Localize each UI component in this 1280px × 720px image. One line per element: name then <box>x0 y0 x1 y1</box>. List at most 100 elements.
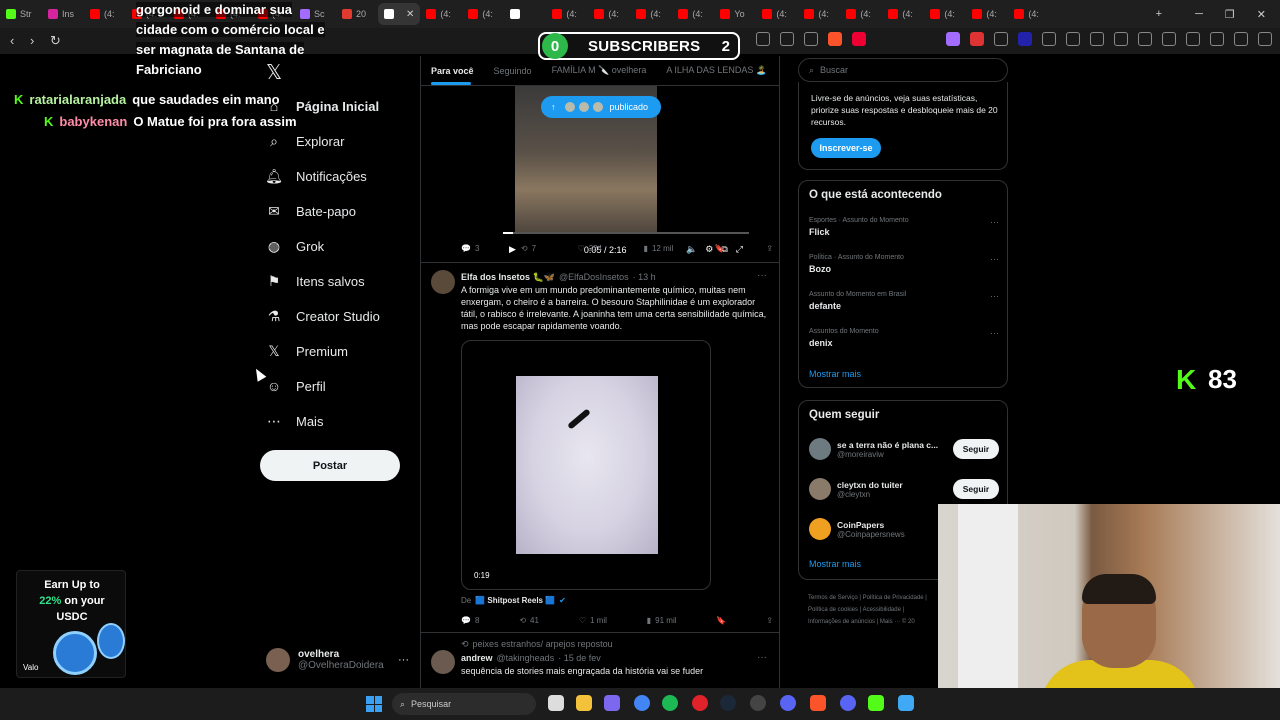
sidebar-item-grok[interactable]: ◍ Grok <box>266 238 324 254</box>
sidebar-item-itens-salvos[interactable]: ⚑ Itens salvos <box>266 273 365 289</box>
browser-tab[interactable]: (4: <box>756 3 798 25</box>
more-icon[interactable]: ··· <box>757 652 767 663</box>
leo-icon[interactable] <box>1210 32 1224 46</box>
browser-tab[interactable]: (4: <box>84 3 126 25</box>
browser-tab[interactable]: ✕ <box>378 3 421 25</box>
puzzle-icon[interactable] <box>1090 32 1104 46</box>
browser-tab[interactable]: 20 <box>336 3 378 25</box>
sidebar-item-notifica-es[interactable]: 🔔︎ Notificações <box>265 168 367 184</box>
bookmark-icon[interactable]: 🔖 <box>715 244 725 253</box>
extension-icon[interactable] <box>994 32 1008 46</box>
share-icon[interactable]: ⇪ <box>766 616 773 625</box>
minimize-icon[interactable]: ─ <box>1195 8 1203 20</box>
vpn-icon[interactable] <box>1234 32 1248 46</box>
browser-tab[interactable]: (4: <box>630 3 672 25</box>
kick-icon[interactable] <box>868 695 884 711</box>
browser-tab[interactable]: (4: <box>798 3 840 25</box>
subscribe-button[interactable]: Inscrever-se <box>811 138 881 158</box>
reload-icon[interactable]: ↻ <box>50 33 61 49</box>
music-icon[interactable] <box>1138 32 1152 46</box>
more-icon[interactable]: ··· <box>990 217 999 227</box>
close-tab-icon[interactable]: ✕ <box>406 9 414 20</box>
repost-button[interactable]: ⟲ 7 <box>521 244 536 253</box>
forward-icon[interactable]: › <box>30 33 34 48</box>
rewards-icon[interactable] <box>852 32 866 46</box>
browser-tab[interactable]: Yo <box>714 3 756 25</box>
more-icon[interactable]: ··· <box>398 654 409 666</box>
tab-para-voce[interactable]: Para você <box>431 66 474 76</box>
browser-tab[interactable]: (4: <box>840 3 882 25</box>
x-logo-icon[interactable]: 𝕏 <box>266 60 282 85</box>
browser-tab[interactable]: (4: <box>882 3 924 25</box>
trend-item[interactable]: Esportes · Assunto do Momento Flick ··· <box>809 217 999 237</box>
follow-button[interactable]: Seguir <box>953 439 999 459</box>
extension-icon[interactable] <box>1042 32 1056 46</box>
more-icon[interactable]: ··· <box>990 254 999 264</box>
sidebar-item-bate-papo[interactable]: ✉ Bate-papo <box>266 203 356 219</box>
menu-icon[interactable] <box>1258 32 1272 46</box>
share-icon[interactable]: ⇪ <box>766 244 773 253</box>
repost-button[interactable]: ⟲ 41 <box>519 616 539 625</box>
cast-icon[interactable] <box>780 32 794 46</box>
opera-icon[interactable] <box>692 695 708 711</box>
new-tab-icon[interactable]: + <box>1156 8 1162 20</box>
trend-item[interactable]: Assuntos do Momento denix ··· <box>809 328 999 348</box>
sidebar-item-premium[interactable]: 𝕏 Premium <box>266 343 348 359</box>
obs-icon[interactable] <box>750 695 766 711</box>
steam-icon[interactable] <box>720 695 736 711</box>
footer-links[interactable]: Termos de Serviço | Política de Privacid… <box>808 592 938 628</box>
sidebar-item-perfil[interactable]: ☺ Perfil <box>266 378 326 394</box>
more-icon[interactable]: ··· <box>757 270 767 281</box>
trend-item[interactable]: Assunto do Momento em Brasil defante ··· <box>809 291 999 311</box>
tab-ilha-das-lendas[interactable]: A ILHA DAS LENDAS 🏝️ <box>666 65 767 76</box>
app-icon[interactable] <box>780 695 796 711</box>
tab-seguindo[interactable]: Seguindo <box>494 66 532 76</box>
share-icon[interactable] <box>804 32 818 46</box>
wallet-icon[interactable] <box>1186 32 1200 46</box>
follow-suggestion[interactable]: se a terra não é plana c... @moreiraviw Se… <box>809 435 999 463</box>
like-button[interactable]: ♡ 1 mil <box>579 616 607 625</box>
browser-tab[interactable]: Ins <box>42 3 84 25</box>
extension-icon[interactable] <box>1066 32 1080 46</box>
task-view-icon[interactable] <box>548 695 564 711</box>
sidebar-item-mais[interactable]: ⋯ Mais <box>266 413 323 429</box>
tweet-time[interactable]: · 15 de fev <box>558 653 601 663</box>
browser-tab[interactable]: (4: <box>546 3 588 25</box>
extension-icon[interactable] <box>1018 32 1032 46</box>
search-input[interactable]: ⌕ Buscar <box>798 58 1008 82</box>
browser-tab[interactable] <box>504 3 546 25</box>
tweet-time[interactable]: · 13 h <box>633 272 656 283</box>
views-button[interactable]: ▮ 12 mil <box>644 244 674 253</box>
browser-tab[interactable]: (4: <box>924 3 966 25</box>
video-progress-bar[interactable] <box>503 232 749 234</box>
bookmark-icon[interactable]: 🔖 <box>716 616 726 625</box>
chrome-icon[interactable] <box>634 695 650 711</box>
views-button[interactable]: ▮ 91 mil <box>647 616 677 625</box>
tweet-author-name[interactable]: Elfa dos Insetos 🐛🦋 <box>461 272 555 283</box>
discord-icon[interactable] <box>840 695 856 711</box>
browser-tab[interactable]: (4: <box>588 3 630 25</box>
browser-tab[interactable]: Str <box>0 3 42 25</box>
tab-familia[interactable]: FAMÍLIA M 🔪 ovelhera <box>552 65 647 76</box>
app-icon[interactable] <box>604 695 620 711</box>
spotify-icon[interactable] <box>662 695 678 711</box>
back-icon[interactable]: ‹ <box>10 33 14 48</box>
browser-tab[interactable]: (4: <box>1008 3 1050 25</box>
avatar[interactable] <box>431 650 455 674</box>
screenshot-icon[interactable] <box>1114 32 1128 46</box>
more-icon[interactable]: ··· <box>990 291 999 301</box>
close-window-icon[interactable]: ✕ <box>1257 8 1266 21</box>
trend-item[interactable]: Política · Assunto do Momento Bozo ··· <box>809 254 999 274</box>
notepad-icon[interactable] <box>898 695 914 711</box>
maximize-icon[interactable]: ❐ <box>1225 8 1235 21</box>
extension-icon[interactable] <box>946 32 960 46</box>
sidebar-icon[interactable] <box>1162 32 1176 46</box>
brave-icon[interactable] <box>810 695 826 711</box>
avatar[interactable] <box>431 270 455 294</box>
show-more-link[interactable]: Mostrar mais <box>809 369 861 379</box>
browser-tab[interactable]: (4: <box>462 3 504 25</box>
zoom-icon[interactable] <box>756 32 770 46</box>
sidebar-item-p-gina-inicial[interactable]: ⌂ Página Inicial <box>266 98 379 114</box>
sidebar-item-explorar[interactable]: ⌕ Explorar <box>266 133 344 149</box>
taskbar-search-input[interactable]: ⌕ Pesquisar <box>392 693 536 715</box>
